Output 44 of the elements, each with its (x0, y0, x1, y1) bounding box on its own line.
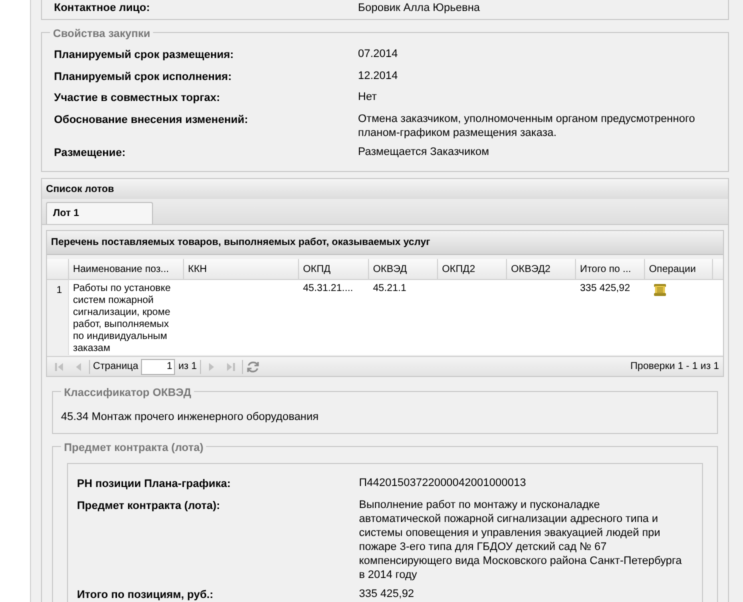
fieldset-legend: Свойства закупки (50, 26, 154, 42)
row-number: 1 (47, 280, 69, 355)
fieldset-legend: Классификатор ОКВЭД (61, 385, 194, 402)
table-cell: Работы по установке систем пожарной сигнализации, кроме работ, выполняемых по индивидуальным заказам (73, 283, 171, 354)
field-value: Выполнение работ по монтажу и пусконаладке автоматической пожарной сигнализации адресного типа и системы оповещения и управления эвакуацией людей при пожаре 3-его типа для ГБДОУ детский сад № 67 компенсирующего вида Московского района Санкт-Петербурга в 2014 году (359, 498, 683, 582)
field-value: 07.2014 (358, 47, 399, 62)
field-value: Боровик Алла Юрьевна (358, 0, 480, 16)
table-cell: 45.31.21.... (303, 283, 354, 294)
lot-tab[interactable]: Лот 1 (46, 202, 153, 224)
field-value: Размещается Заказчиком (358, 144, 490, 160)
refresh-icon[interactable] (246, 360, 260, 374)
column-header[interactable]: ККН (184, 259, 299, 279)
field-label: Планируемый срок исполнения: (54, 70, 233, 84)
column-header[interactable]: ОКВЭД2 (507, 259, 576, 279)
column-header[interactable]: ОКПД (299, 259, 369, 279)
scroll-icon[interactable] (653, 283, 667, 297)
records-summary: Проверки 1 - 1 из 1 (630, 360, 719, 374)
classifier-value: 45.34 Монтаж прочего инженерного оборудования (61, 411, 319, 423)
field-value: П44201503722000042001000013 (359, 476, 527, 491)
page-label: Страница (93, 360, 138, 374)
column-header[interactable]: Наименование поз... (69, 259, 184, 279)
field-label: Обоснование внесения изменений: (54, 112, 250, 128)
column-header[interactable]: Итого по ... (576, 259, 645, 279)
column-header[interactable]: ОКВЭД (369, 259, 438, 279)
page-input[interactable]: 1 (141, 358, 176, 374)
grid-title: Перечень поставляемых товаров, выполняемых работ, оказываемых услуг (47, 231, 723, 255)
table-cell: 335 425,92 (580, 283, 630, 294)
field-label: Предмет контракта (лота): (77, 498, 222, 514)
page-count: из 1 (178, 360, 197, 374)
field-label: Планируемый срок размещения: (54, 48, 235, 63)
field-label: Итого по позициям, руб.: (77, 588, 214, 602)
field-label: Контактное лицо: (54, 0, 151, 16)
fieldset-legend: Предмет контракта (лота) (61, 440, 206, 456)
field-label: РН позиции Плана-графика: (77, 477, 232, 492)
column-header[interactable]: Операции (645, 259, 713, 279)
field-label: Размещение: (54, 146, 126, 160)
panel-header: Список лотов (42, 179, 728, 199)
column-header[interactable]: ОКПД2 (438, 259, 507, 279)
field-value: Нет (358, 90, 378, 105)
table-cell: 45.21.1 (373, 283, 406, 294)
field-value: 335 425,92 (359, 586, 416, 602)
field-label: Участие в совместных торгах: (54, 91, 222, 106)
field-value: Отмена заказчиком, уполномоченным органом предусмотренного планом-графиком размещения заказа. (358, 112, 696, 140)
field-value: 12.2014 (358, 68, 399, 84)
